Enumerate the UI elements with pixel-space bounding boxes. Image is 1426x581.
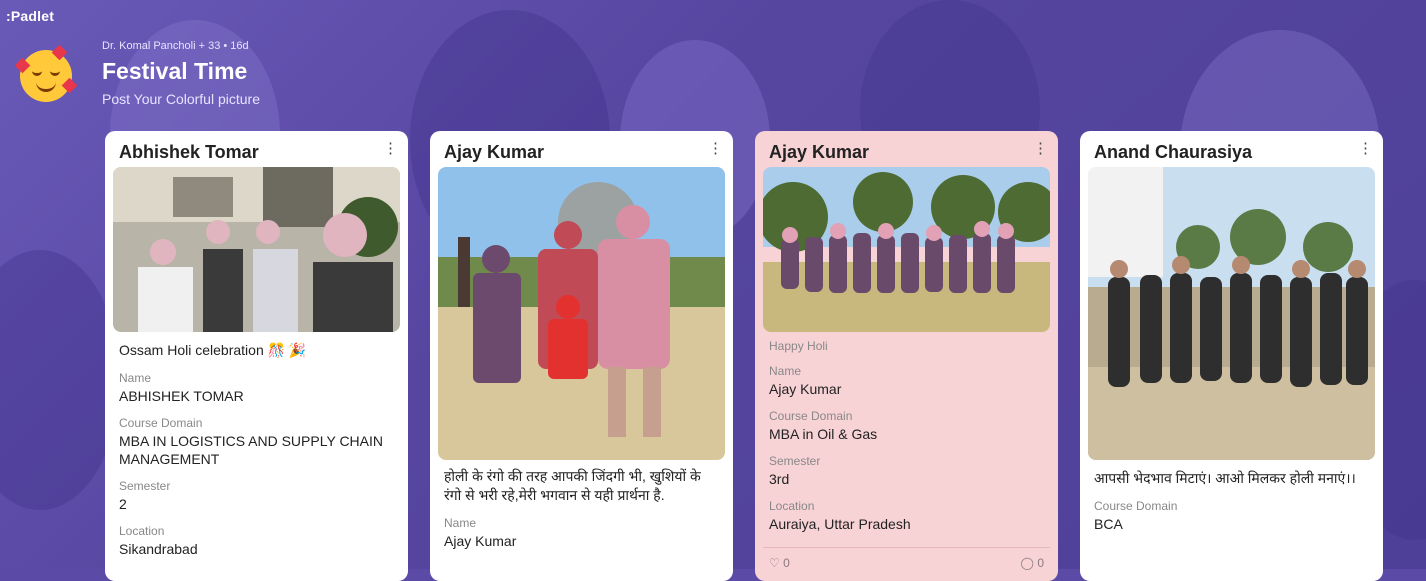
- post-photo[interactable]: [763, 167, 1050, 332]
- post-description: होली के रंगो की तरह आपकी जिंदगी भी, खुशि…: [444, 468, 701, 503]
- field-value: Ajay Kumar: [769, 381, 842, 397]
- board-meta: Dr. Komal Pancholi + 33 • 16d: [102, 40, 249, 52]
- field-value: BCA: [1094, 516, 1123, 532]
- field-label: Location: [769, 499, 815, 513]
- post-card[interactable]: Ajay Kumar ⋮ होली के रंगो की तरह आपकी जि…: [430, 131, 733, 581]
- field-label: Course Domain: [769, 409, 853, 423]
- post-author: Ajay Kumar: [769, 142, 870, 162]
- padlet-logo[interactable]: :Padlet: [6, 8, 54, 24]
- field-label: Name: [444, 516, 477, 530]
- field-label: Semester: [769, 454, 821, 468]
- board-header: Dr. Komal Pancholi + 33 • 16d Festival T…: [14, 40, 260, 107]
- smiling-face-with-hearts-icon: [14, 44, 78, 102]
- field-value: Auraiya, Uttar Pradesh: [769, 516, 911, 532]
- field-value: MBA IN LOGISTICS AND SUPPLY CHAIN MANAGE…: [119, 433, 383, 467]
- post-photo[interactable]: [113, 167, 400, 332]
- field-label: Name: [769, 364, 802, 378]
- comment-count: 0: [1037, 556, 1044, 570]
- more-vertical-icon[interactable]: ⋮: [383, 139, 398, 157]
- post-footer: ♡ 0 ◯ 0: [763, 547, 1050, 570]
- field-value: ABHISHEK TOMAR: [119, 388, 244, 404]
- more-vertical-icon[interactable]: ⋮: [1358, 139, 1373, 157]
- field-value: 2: [119, 496, 127, 512]
- more-vertical-icon[interactable]: ⋮: [1033, 139, 1048, 157]
- field-value: MBA in Oil & Gas: [769, 426, 878, 442]
- post-description: आपसी भेदभाव मिटाएं। आओ मिलकर होली मनाएं।…: [1094, 470, 1356, 486]
- post-photo[interactable]: [438, 167, 725, 460]
- field-value: 3rd: [769, 471, 790, 487]
- more-vertical-icon[interactable]: ⋮: [708, 139, 723, 157]
- post-card[interactable]: Anand Chaurasiya ⋮ आपसी भेदभाव मिटाएं। आ…: [1080, 131, 1383, 581]
- post-card[interactable]: Ajay Kumar ⋮ Happy Holi Name Ajay Kumar …: [755, 131, 1058, 581]
- post-description: Ossam Holi celebration 🎊 🎉: [119, 342, 307, 358]
- post-description: Happy Holi: [769, 339, 828, 353]
- board-subtitle: Post Your Colorful picture: [102, 91, 260, 107]
- post-author: Abhishek Tomar: [119, 142, 259, 162]
- post-author: Anand Chaurasiya: [1094, 142, 1253, 162]
- like-count: 0: [783, 556, 790, 570]
- field-label: Course Domain: [119, 416, 203, 430]
- field-label: Course Domain: [1094, 499, 1178, 513]
- board-title: Festival Time: [102, 58, 248, 84]
- field-value: Sikandrabad: [119, 541, 198, 557]
- post-card[interactable]: Abhishek Tomar ⋮ Ossam Holi celebration …: [105, 131, 408, 581]
- field-label: Semester: [119, 479, 171, 493]
- post-photo[interactable]: [1088, 167, 1375, 460]
- field-value: Ajay Kumar: [444, 533, 517, 549]
- comment-button[interactable]: ◯ 0: [1021, 556, 1044, 570]
- field-label: Location: [119, 524, 165, 538]
- like-button[interactable]: ♡ 0: [769, 556, 790, 570]
- post-author: Ajay Kumar: [444, 142, 545, 162]
- field-label: Name: [119, 371, 152, 385]
